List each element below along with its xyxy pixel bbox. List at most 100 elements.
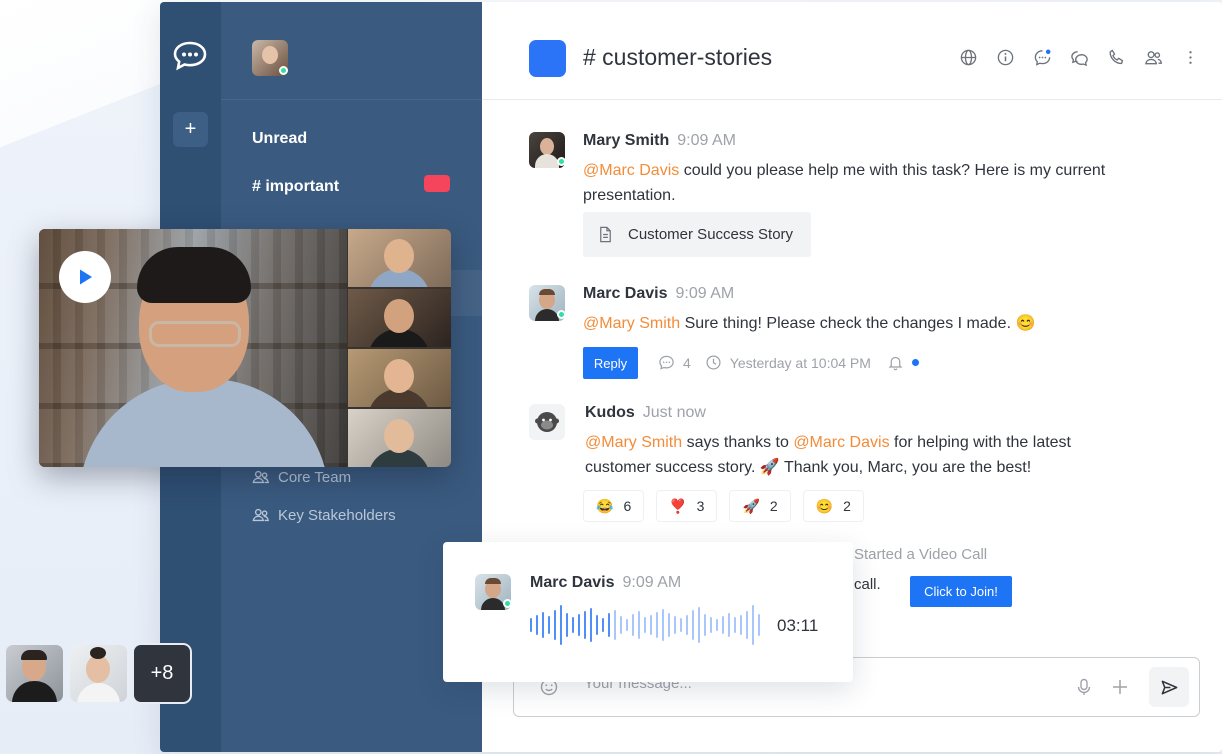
- audio-waveform[interactable]: [530, 602, 760, 648]
- participants-stack: +8: [6, 645, 190, 702]
- bell-icon[interactable]: [887, 354, 904, 371]
- waveform-bar: [530, 618, 532, 632]
- online-status-icon: [503, 599, 512, 608]
- more-participants-button[interactable]: +8: [134, 645, 190, 702]
- reaction-chip[interactable]: 😊 2: [802, 490, 864, 522]
- message-text: Sure thing! Please check the changes I m…: [680, 315, 1036, 332]
- sidebar-header: [221, 2, 482, 100]
- video-call-status: Started a Video Call: [854, 546, 988, 563]
- message-author[interactable]: Mary Smith 9:09 AM: [583, 132, 736, 150]
- microphone-icon[interactable]: [1073, 676, 1095, 698]
- voice-message-card[interactable]: Marc Davis 9:09 AM 03:11: [443, 542, 853, 682]
- reaction-chip[interactable]: 😂 6: [583, 490, 645, 522]
- plus-icon[interactable]: [1109, 676, 1131, 698]
- message-author[interactable]: Marc Davis 9:09 AM: [583, 285, 734, 303]
- message-body: @Marc Davis could you please help me wit…: [583, 158, 1203, 208]
- gorilla-icon: [535, 412, 559, 432]
- phone-icon[interactable]: [1106, 47, 1126, 67]
- sidebar-item-unread[interactable]: Unread: [252, 130, 307, 148]
- laughing-emoji-icon: 😂: [596, 497, 614, 514]
- participant-video[interactable]: [348, 289, 451, 347]
- team-icon: [252, 508, 269, 522]
- room-header: # customer-stories: [482, 2, 1222, 100]
- waveform-bar: [542, 612, 544, 638]
- smile-emoji-icon: 😊: [815, 497, 834, 514]
- message-time: 9:09 AM: [622, 574, 682, 591]
- message-text: for helping with the latest: [889, 434, 1071, 451]
- participant-video[interactable]: [348, 409, 451, 467]
- kudos-bot-avatar[interactable]: [529, 404, 565, 440]
- participant-avatar[interactable]: [70, 645, 127, 702]
- message-text: presentation.: [583, 187, 676, 204]
- message-text: could you please help me with this task?…: [679, 162, 1106, 179]
- waveform-bar: [614, 610, 616, 640]
- sidebar-item-core-team[interactable]: Core Team: [252, 468, 351, 486]
- participant-video[interactable]: [348, 229, 451, 287]
- audio-duration: 03:11: [777, 616, 819, 635]
- message-author[interactable]: Kudos Just now: [585, 404, 706, 422]
- waveform-bar: [734, 617, 736, 633]
- author-name[interactable]: Kudos: [585, 404, 635, 421]
- message-author: Marc Davis 9:09 AM: [530, 574, 681, 592]
- team-icon: [252, 470, 269, 484]
- reaction-count: 3: [696, 498, 705, 514]
- waveform-bar: [722, 616, 724, 634]
- waveform-bar: [716, 619, 718, 631]
- discussion-icon[interactable]: [1069, 47, 1089, 67]
- sidebar-item-important[interactable]: # important: [252, 178, 339, 196]
- room-title: # customer-stories: [583, 44, 773, 70]
- globe-icon[interactable]: [958, 47, 978, 67]
- waveform-bar: [638, 611, 640, 639]
- waveform-bar: [668, 613, 670, 637]
- reaction-chip[interactable]: 🚀 2: [729, 490, 791, 522]
- info-icon[interactable]: [995, 47, 1015, 67]
- waveform-bar: [746, 611, 748, 639]
- message-body: @Mary Smith Sure thing! Please check the…: [583, 311, 1203, 336]
- waveform-bar: [584, 611, 586, 639]
- join-call-button[interactable]: Click to Join!: [910, 576, 1012, 607]
- reply-button[interactable]: Reply: [583, 347, 638, 379]
- video-call-preview[interactable]: [39, 229, 451, 467]
- add-workspace-button[interactable]: +: [173, 112, 208, 147]
- waveform-bar: [578, 614, 580, 636]
- waveform-bar: [758, 614, 760, 636]
- author-name[interactable]: Marc Davis: [583, 285, 668, 302]
- mention-link[interactable]: @Marc Davis: [793, 434, 889, 451]
- participant-avatar[interactable]: [6, 645, 63, 702]
- waveform-bar: [566, 613, 568, 637]
- participant-video[interactable]: [348, 349, 451, 407]
- attachment-name: Customer Success Story: [628, 226, 794, 243]
- waveform-bar: [674, 616, 676, 634]
- waveform-bar: [698, 607, 700, 643]
- online-status-icon: [279, 66, 288, 75]
- mention-link[interactable]: @Marc Davis: [583, 162, 679, 179]
- unread-dot-icon: [911, 359, 919, 366]
- play-icon: [80, 269, 92, 285]
- file-attachment[interactable]: Customer Success Story: [583, 212, 811, 257]
- author-name: Marc Davis: [530, 574, 615, 591]
- online-status-icon: [557, 310, 566, 319]
- waveform-bar: [680, 618, 682, 632]
- waveform-bar: [560, 605, 562, 645]
- mention-link[interactable]: @Mary Smith: [583, 315, 680, 332]
- waveform-bar: [644, 617, 646, 633]
- waveform-bar: [656, 612, 658, 638]
- play-button[interactable]: [59, 251, 111, 303]
- sidebar-item-key-stakeholders[interactable]: Key Stakeholders: [252, 506, 396, 524]
- sidebar-item-label: Key Stakeholders: [278, 506, 396, 524]
- waveform-bar: [632, 614, 634, 636]
- thread-metadata[interactable]: 4 Yesterday at 10:04 PM: [658, 354, 919, 371]
- room-toolbar: [958, 47, 1200, 67]
- rocketchat-logo-icon[interactable]: [172, 40, 208, 72]
- members-icon[interactable]: [1143, 47, 1163, 67]
- mention-link[interactable]: @Mary Smith: [585, 434, 682, 451]
- threads-icon[interactable]: [1032, 47, 1052, 67]
- kebab-menu-icon[interactable]: [1180, 47, 1200, 67]
- author-name[interactable]: Mary Smith: [583, 132, 669, 149]
- thread-icon: [659, 355, 674, 370]
- waveform-bar: [572, 617, 574, 633]
- waveform-bar: [608, 613, 610, 637]
- reaction-chip[interactable]: ❣️ 3: [656, 490, 718, 522]
- thread-last-reply-time: Yesterday at 10:04 PM: [729, 354, 871, 371]
- send-button[interactable]: [1149, 667, 1189, 707]
